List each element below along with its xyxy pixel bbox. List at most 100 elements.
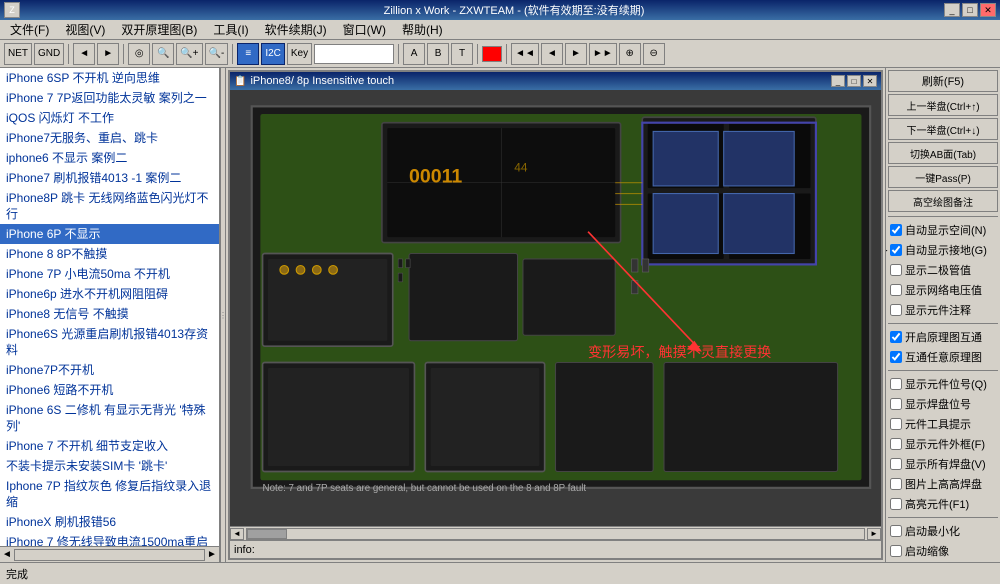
toolbar-extra2-btn[interactable]: ◄ [541, 43, 563, 65]
h-scroll-thumb[interactable] [247, 529, 287, 539]
list-item[interactable]: iPhone7P不开机 [0, 360, 219, 380]
auto-ground-checkbox[interactable] [890, 244, 902, 256]
auto-space-checkbox[interactable] [890, 224, 902, 236]
prev-board-button[interactable]: 上一举盘(Ctrl+↑) [888, 94, 998, 116]
checkbox-net-voltage[interactable]: 显示网络电压值 [888, 281, 998, 299]
toolbar-prev-btn[interactable]: ◄ [73, 43, 95, 65]
startup-thumb-checkbox[interactable] [890, 545, 902, 557]
list-item[interactable]: iPhone 8 8P不触摸 [0, 244, 219, 264]
list-item[interactable]: iPhone 6P 不显示 [0, 224, 219, 244]
scroll-right-btn[interactable]: ► [867, 528, 881, 540]
diode-checkbox[interactable] [890, 264, 902, 276]
toolbar-search-btn[interactable]: 🔍 [152, 43, 174, 65]
maximize-button[interactable]: □ [962, 3, 978, 17]
list-item[interactable]: iPhone8 无信号 不触摸 [0, 304, 219, 324]
sub-close-btn[interactable]: ✕ [863, 75, 877, 87]
refresh-button[interactable]: 刷新(F5) [888, 70, 998, 92]
any-schematic-checkbox[interactable] [890, 351, 902, 363]
file-list-scroll[interactable]: iPhone 6SP 不开机 逆向思维iPhone 7 7P返回功能太灵敏 案列… [0, 68, 219, 546]
list-item[interactable]: iPhone7 刷机报错4013 -1 案例二 [0, 168, 219, 188]
show-all-pads-checkbox[interactable] [890, 458, 902, 470]
list-item[interactable]: iPhone 6SP 不开机 逆向思维 [0, 68, 219, 88]
menu-schematic[interactable]: 双开原理图(B) [115, 19, 203, 40]
checkbox-show-pad-ref[interactable]: 显示焊盘位号 [888, 395, 998, 413]
toolbar-a-btn[interactable]: A [403, 43, 425, 65]
h-scroll-track[interactable] [246, 528, 865, 540]
list-item[interactable]: Iphone 7P 指纹灰色 修复后指纹录入退缩 [0, 476, 219, 512]
checkbox-comp-notes[interactable]: 显示元件注释 [888, 301, 998, 319]
expand-arrow-right[interactable]: ► [205, 549, 219, 560]
toolbar-zoom-in-btn[interactable]: 🔍+ [176, 43, 202, 65]
list-item[interactable]: iPhoneX 刷机报错56 [0, 512, 219, 532]
switch-ab-button[interactable]: 切换AB面(Tab) [888, 142, 998, 164]
list-item[interactable]: iPhone 7P 小电流50ma 不开机 [0, 264, 219, 284]
sub-maximize-btn[interactable]: □ [847, 75, 861, 87]
toolbar-i2c-btn[interactable]: I2C [261, 43, 285, 65]
menu-tools[interactable]: 工具(I) [207, 19, 254, 40]
list-item[interactable]: iPhone 7 7P返回功能太灵敏 案列之一 [0, 88, 219, 108]
high-pad-checkbox[interactable] [890, 478, 902, 490]
list-item[interactable]: iPhone8P 跳卡 无线网络蓝色闪光灯不行 [0, 188, 219, 224]
checkbox-auto-space[interactable]: 自动显示空间(N) [888, 221, 998, 239]
checkbox-show-ref[interactable]: 显示元件位号(Q) [888, 375, 998, 393]
toolbar-search-input[interactable] [314, 44, 394, 64]
list-item[interactable]: iPhone 7 修无线导致电流1500ma重启 [0, 532, 219, 546]
show-outline-checkbox[interactable] [890, 438, 902, 450]
schematic-link-checkbox[interactable] [890, 331, 902, 343]
checkbox-startup-thumb[interactable]: 启动缩像 [888, 542, 998, 560]
highlight-checkbox[interactable] [890, 498, 902, 510]
checkbox-auto-ground[interactable]: ► 自动显示接地(G) [888, 241, 998, 259]
list-item[interactable]: iPhone6S 光源重启刷机报错4013存资料 [0, 324, 219, 360]
checkbox-comp-tooltip[interactable]: 元件工具提示 [888, 415, 998, 433]
list-item[interactable]: iPhone 6S 二修机 有显示无背光 '特殊列' [0, 400, 219, 436]
toolbar-b-btn[interactable]: B [427, 43, 449, 65]
menu-renew[interactable]: 软件续期(J) [259, 19, 333, 40]
toolbar-list-btn[interactable]: ≡ [237, 43, 259, 65]
toolbar-circle-btn[interactable]: ◎ [128, 43, 150, 65]
menu-view[interactable]: 视图(V) [59, 19, 111, 40]
toolbar-extra6-btn[interactable]: ⊖ [643, 43, 665, 65]
show-ref-checkbox[interactable] [890, 378, 902, 390]
sub-minimize-btn[interactable]: _ [831, 75, 845, 87]
minimize-button[interactable]: _ [944, 3, 960, 17]
toolbar-key-btn[interactable]: Key [287, 43, 312, 65]
expand-arrow-left[interactable]: ◄ [0, 549, 14, 560]
checkbox-high-pad[interactable]: 图片上高高焊盘 [888, 475, 998, 493]
checkbox-schematic-link[interactable]: 开启原理图互通 [888, 328, 998, 346]
toolbar-extra1-btn[interactable]: ◄◄ [511, 43, 539, 65]
menu-help[interactable]: 帮助(H) [396, 19, 449, 40]
one-pass-button[interactable]: 一键Pass(P) [888, 166, 998, 188]
show-pad-ref-checkbox[interactable] [890, 398, 902, 410]
checkbox-diode[interactable]: 显示二极管值 [888, 261, 998, 279]
toolbar-extra5-btn[interactable]: ⊕ [619, 43, 641, 65]
list-item[interactable]: iPhone7无服务、重启、跳卡 [0, 128, 219, 148]
list-item[interactable]: iPhone6p 进水不开机网阻阻碍 [0, 284, 219, 304]
checkbox-show-outline[interactable]: 显示元件外框(F) [888, 435, 998, 453]
toolbar-gnd-btn[interactable]: GND [34, 43, 64, 65]
window-controls[interactable]: _ □ ✕ [944, 3, 996, 17]
sub-window-buttons[interactable]: _ □ ✕ [831, 75, 877, 87]
close-button[interactable]: ✕ [980, 3, 996, 17]
toolbar-t-btn[interactable]: T [451, 43, 473, 65]
toolbar-color-picker[interactable] [482, 46, 502, 62]
checkbox-highlight[interactable]: 高亮元件(F1) [888, 495, 998, 513]
menu-file[interactable]: 文件(F) [4, 19, 55, 40]
toolbar-next-btn[interactable]: ► [97, 43, 119, 65]
list-item[interactable]: iphone6 不显示 案例二 [0, 148, 219, 168]
checkbox-show-all-pads[interactable]: 显示所有焊盘(V) [888, 455, 998, 473]
toolbar-net-btn[interactable]: NET [4, 43, 32, 65]
net-voltage-checkbox[interactable] [890, 284, 902, 296]
toolbar-extra3-btn[interactable]: ► [565, 43, 587, 65]
list-item[interactable]: iQOS 闪烁灯 不工作 [0, 108, 219, 128]
comp-tooltip-checkbox[interactable] [890, 418, 902, 430]
sub-h-scrollbar[interactable]: ◄ ► [230, 526, 881, 540]
toolbar-extra4-btn[interactable]: ►► [589, 43, 617, 65]
menu-window[interactable]: 窗口(W) [337, 19, 392, 40]
list-item[interactable]: iPhone 7 不开机 细节支定收入 [0, 436, 219, 456]
startup-min-checkbox[interactable] [890, 525, 902, 537]
toolbar-zoom-out-btn[interactable]: 🔍- [205, 43, 229, 65]
comp-notes-checkbox[interactable] [890, 304, 902, 316]
checkbox-startup-min[interactable]: 启动最小化 [888, 522, 998, 540]
scroll-left-btn[interactable]: ◄ [230, 528, 244, 540]
list-item[interactable]: iPhone6 短路不开机 [0, 380, 219, 400]
